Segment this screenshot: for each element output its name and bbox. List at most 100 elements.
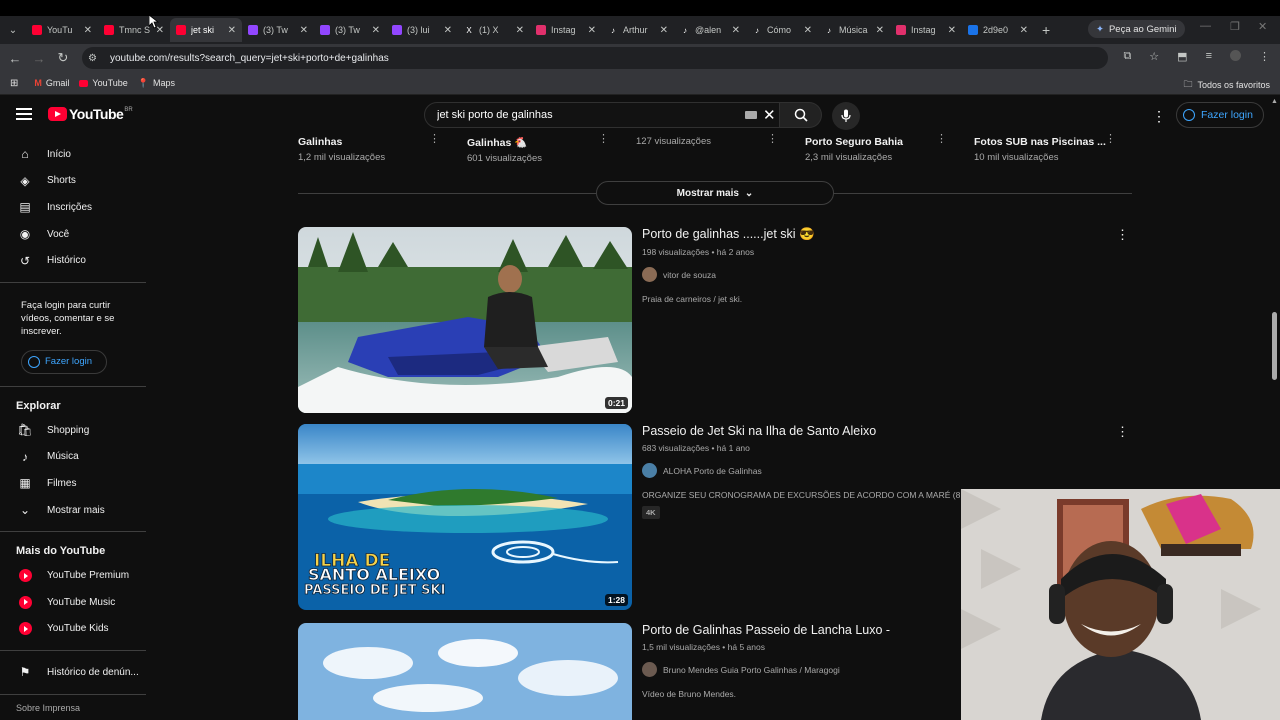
settings-kebab-icon[interactable]: ⋮ xyxy=(1152,108,1166,125)
youtube-logo[interactable]: YouTube BR xyxy=(48,106,133,122)
video-title[interactable]: Porto de galinhas ......jet ski 😎 xyxy=(642,227,1122,242)
tab-close-icon[interactable]: ✕ xyxy=(876,25,884,36)
video-menu-kebab-icon[interactable]: ⋮ xyxy=(1116,424,1129,440)
voice-search-button[interactable] xyxy=(832,102,860,130)
browser-tab[interactable]: ♪ @alen ✕ xyxy=(674,18,746,42)
sidebar-item-filmes[interactable]: ▦ Filmes xyxy=(0,470,160,497)
tab-close-icon[interactable]: ✕ xyxy=(1020,25,1028,36)
browser-tab[interactable]: (3) Tw ✕ xyxy=(242,18,314,42)
footer-links[interactable]: Sobre Imprensa xyxy=(0,703,160,713)
window-close-icon[interactable]: ✕ xyxy=(1258,20,1267,33)
browser-tab[interactable]: 2d9e0 ✕ xyxy=(962,18,1034,42)
previous-result-card[interactable]: Porto Seguro Bahia 2,3 mil visualizações ⋮ xyxy=(805,132,955,163)
install-app-icon[interactable]: ⧉ xyxy=(1123,50,1131,63)
forward-arrow-icon[interactable]: → xyxy=(27,51,51,66)
tab-close-icon[interactable]: ✕ xyxy=(804,25,812,36)
browser-tab[interactable]: ♪ Música ✕ xyxy=(818,18,890,42)
previous-result-card[interactable]: Galinhas 🐔 601 visualizações ⋮ xyxy=(467,132,617,164)
search-input[interactable] xyxy=(435,108,739,122)
show-more-button[interactable]: Mostrar mais ⌄ xyxy=(596,181,834,205)
card-menu-kebab-icon[interactable]: ⋮ xyxy=(1105,132,1116,145)
sidebar-item-youtube-music[interactable]: YouTube Music xyxy=(0,589,160,616)
sidebar-item-mostrar-mais[interactable]: ⌄ Mostrar mais xyxy=(0,497,160,524)
browser-tab[interactable]: YouTu ✕ xyxy=(26,18,98,42)
keyboard-icon[interactable] xyxy=(745,111,757,119)
hamburger-menu-icon[interactable] xyxy=(16,108,32,120)
sidebar-item-hist-rico[interactable]: ↺ Histórico xyxy=(0,247,160,274)
bookmark-maps[interactable]: 📍 Maps xyxy=(138,78,175,89)
bookmark-star-icon[interactable]: ☆ xyxy=(1149,50,1159,63)
tab-close-icon[interactable]: ✕ xyxy=(300,25,308,36)
card-menu-kebab-icon[interactable]: ⋮ xyxy=(936,132,947,145)
browser-tab[interactable]: Tmnc S ✕ xyxy=(98,18,170,42)
previous-result-card[interactable]: Fotos SUB nas Piscinas ... 10 mil visuali… xyxy=(974,132,1124,163)
card-menu-kebab-icon[interactable]: ⋮ xyxy=(429,132,440,145)
sidebar-item-in-cio[interactable]: ⌂ Início xyxy=(0,141,160,168)
media-controls-icon[interactable]: ≡ xyxy=(1206,50,1212,63)
card-menu-kebab-icon[interactable]: ⋮ xyxy=(767,132,778,145)
omnibox[interactable]: ⚙ youtube.com/results?search_query=jet+s… xyxy=(82,47,1108,69)
tab-close-icon[interactable]: ✕ xyxy=(588,25,596,36)
bookmark-gmail[interactable]: M Gmail xyxy=(34,78,69,88)
apps-grid-icon[interactable]: ⊞ xyxy=(10,78,18,89)
sidebar-item-inscri-es[interactable]: ▤ Inscrições xyxy=(0,194,160,221)
channel-avatar[interactable] xyxy=(642,463,657,478)
browser-tab[interactable]: (3) Tw ✕ xyxy=(314,18,386,42)
browser-tab[interactable]: Instag ✕ xyxy=(890,18,962,42)
video-title[interactable]: Passeio de Jet Ski na Ilha de Santo Alei… xyxy=(642,424,1122,438)
channel-name[interactable]: ALOHA Porto de Galinhas xyxy=(663,466,762,476)
back-arrow-icon[interactable]: ← xyxy=(3,51,27,66)
tab-close-icon[interactable]: ✕ xyxy=(228,25,236,36)
video-result[interactable]: 0:21 Porto de galinhas ......jet ski 😎 1… xyxy=(298,227,1138,413)
sidebar-item-shopping[interactable]: 🛍 Shopping xyxy=(0,417,160,444)
scroll-up-arrow-icon[interactable]: ▲ xyxy=(1271,98,1278,105)
video-thumbnail[interactable]: ILHA DE SANTO ALEIXO PASSEIO DE JET SKI … xyxy=(298,424,632,610)
channel-name[interactable]: Bruno Mendes Guia Porto Galinhas / Marag… xyxy=(663,665,840,675)
extensions-icon[interactable]: ⬒ xyxy=(1177,50,1187,63)
browser-tab[interactable]: Instag ✕ xyxy=(530,18,602,42)
clear-search-icon[interactable]: ✕ xyxy=(763,106,776,124)
tab-close-icon[interactable]: ✕ xyxy=(732,25,740,36)
tab-close-icon[interactable]: ✕ xyxy=(84,25,92,36)
profile-avatar-icon[interactable] xyxy=(1230,50,1241,61)
channel-row[interactable]: vitor de souza xyxy=(642,267,1122,282)
minimize-icon[interactable]: — xyxy=(1200,20,1211,32)
channel-name[interactable]: vitor de souza xyxy=(663,270,716,280)
browser-tab[interactable]: ♪ Arthur ✕ xyxy=(602,18,674,42)
video-menu-kebab-icon[interactable]: ⋮ xyxy=(1116,227,1129,243)
channel-avatar[interactable] xyxy=(642,267,657,282)
tab-close-icon[interactable]: ✕ xyxy=(516,25,524,36)
channel-row[interactable]: ALOHA Porto de Galinhas xyxy=(642,463,1122,478)
sidebar-item-m-sica[interactable]: ♪ Música xyxy=(0,444,160,471)
video-thumbnail[interactable] xyxy=(298,623,632,720)
all-bookmarks-folder[interactable]: 🗀 Todos os favoritos xyxy=(1183,77,1270,93)
sidebar-item-youtube-kids[interactable]: YouTube Kids xyxy=(0,616,160,643)
tab-close-icon[interactable]: ✕ xyxy=(660,25,668,36)
previous-result-card[interactable]: Galinhas 1,2 mil visualizações ⋮ xyxy=(298,132,448,163)
previous-result-card[interactable]: 127 visualizações ⋮ xyxy=(636,132,786,147)
gemini-button[interactable]: ✦ Peça ao Gemini xyxy=(1088,20,1185,38)
sidebar-item-youtube-premium[interactable]: YouTube Premium xyxy=(0,562,160,589)
restore-icon[interactable]: ❐ xyxy=(1230,20,1240,33)
channel-avatar[interactable] xyxy=(642,662,657,677)
browser-tab[interactable]: X (1) X ✕ xyxy=(458,18,530,42)
tab-close-icon[interactable]: ✕ xyxy=(948,25,956,36)
card-menu-kebab-icon[interactable]: ⋮ xyxy=(598,132,609,145)
tab-close-icon[interactable]: ✕ xyxy=(444,25,452,36)
tab-search-chevron-icon[interactable]: ⌄ xyxy=(0,16,26,44)
site-settings-icon[interactable]: ⚙ xyxy=(88,53,106,64)
header-login-button[interactable]: Fazer login xyxy=(1176,102,1264,128)
sidebar-login-button[interactable]: Fazer login xyxy=(21,349,107,374)
browser-tab[interactable]: (3) lui ✕ xyxy=(386,18,458,42)
bookmark-youtube[interactable]: YouTube xyxy=(79,78,128,88)
sidebar-item-shorts[interactable]: ◈ Shorts xyxy=(0,168,160,195)
browser-tab[interactable]: ♪ Cómo ✕ xyxy=(746,18,818,42)
sidebar-item-voc-[interactable]: ◉ Você xyxy=(0,221,160,248)
chrome-menu-icon[interactable]: ⋮ xyxy=(1259,50,1270,63)
search-button[interactable] xyxy=(780,102,822,128)
sidebar-item-report-history[interactable]: ⚑ Histórico de denún... xyxy=(0,659,160,686)
new-tab-plus-icon[interactable]: + xyxy=(1042,22,1050,38)
video-thumbnail[interactable]: 0:21 xyxy=(298,227,632,413)
reload-icon[interactable]: ↻ xyxy=(51,50,75,66)
tab-close-icon[interactable]: ✕ xyxy=(372,25,380,36)
